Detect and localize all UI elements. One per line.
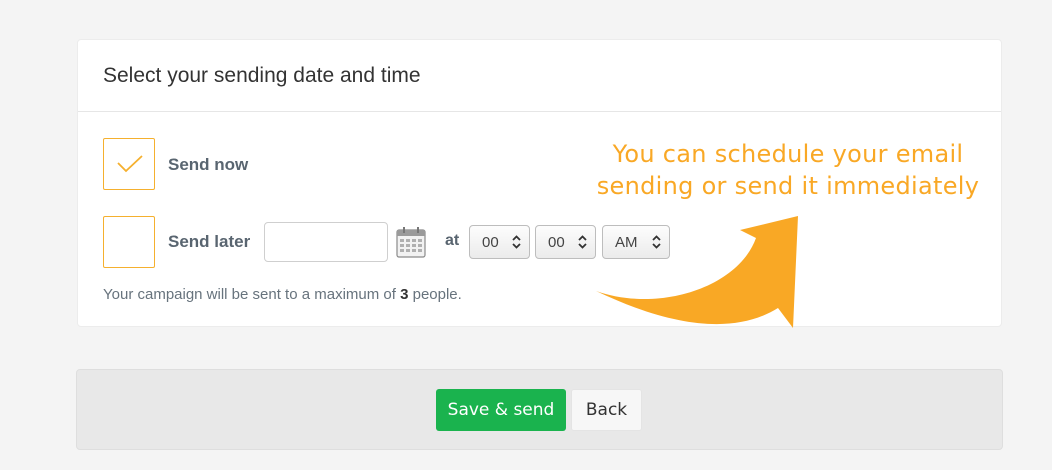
updown-arrows-icon	[578, 235, 587, 249]
checkmark-icon	[117, 155, 143, 173]
save-and-send-button[interactable]: Save & send	[436, 389, 566, 431]
annotation-line-2: sending or send it immediately	[596, 172, 980, 200]
note-suffix: people.	[412, 286, 462, 303]
action-footer: Save & send Back	[76, 369, 1003, 450]
recipient-count: 3	[400, 286, 409, 303]
note-prefix: Your campaign will be sent to a maximum …	[103, 286, 396, 303]
curved-arrow-icon	[596, 216, 798, 328]
updown-arrows-icon	[512, 235, 521, 249]
at-label: at	[445, 232, 460, 249]
recipient-limit-note: Your campaign will be sent to a maximum …	[103, 286, 462, 303]
send-now-label: Send now	[168, 155, 249, 174]
annotation-line-1: You can schedule your email	[612, 140, 964, 168]
send-later-label: Send later	[168, 232, 251, 251]
send-later-checkbox[interactable]	[103, 216, 155, 268]
card-title: Select your sending date and time	[103, 63, 421, 87]
card-header: Select your sending date and time	[78, 40, 1001, 112]
annotation-callout: You can schedule your email sending or s…	[578, 138, 998, 202]
calendar-icon[interactable]	[396, 226, 426, 258]
hour-value: 00	[482, 233, 499, 251]
minute-select[interactable]: 00	[535, 225, 596, 259]
send-now-checkbox[interactable]	[103, 138, 155, 190]
scheduling-card: Select your sending date and time Send n…	[77, 39, 1002, 328]
minute-value: 00	[548, 233, 565, 251]
back-button[interactable]: Back	[571, 389, 642, 431]
hour-select[interactable]: 00	[469, 225, 530, 259]
send-date-input[interactable]	[264, 222, 388, 262]
